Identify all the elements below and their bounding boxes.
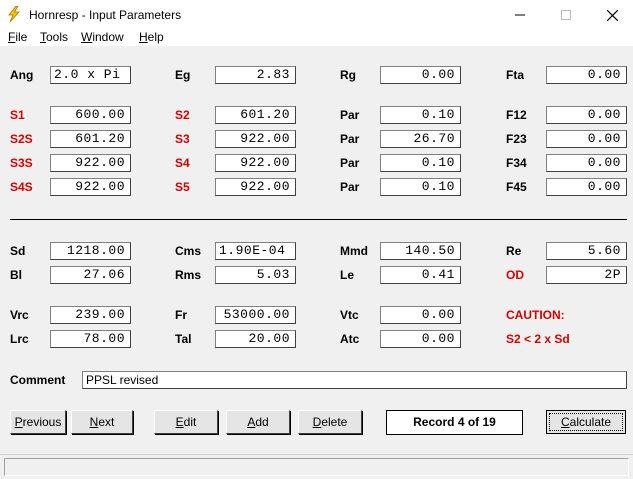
field-lrc[interactable]: 78.00 [50,330,131,348]
section-divider [10,219,627,220]
status-field [4,458,629,476]
menu-help[interactable]: Help [139,30,164,45]
field-mmd[interactable]: 140.50 [380,242,461,260]
label-re: Re [506,244,522,258]
calculate-focus-ring: Calculate [549,413,623,431]
minimize-icon [515,14,525,16]
comment-field[interactable]: PPSL revised [82,371,627,389]
menu-window[interactable]: Window [81,30,124,45]
label-s2s: S2S [10,132,33,146]
label-tal: Tal [175,332,192,346]
field-par-1[interactable]: 0.10 [380,106,461,124]
menu-bar: File Tools Window Help [0,30,633,46]
label-od: OD [506,268,524,282]
delete-button[interactable]: Delete [298,410,362,434]
field-atc[interactable]: 0.00 [380,330,461,348]
field-s4s[interactable]: 922.00 [50,178,131,196]
label-cms: Cms [175,244,202,258]
lightning-icon [8,6,20,22]
record-indicator: Record 4 of 19 [386,410,523,435]
label-par-3: Par [340,156,360,170]
previous-button[interactable]: Previous [10,410,66,434]
caution-title: CAUTION: [506,308,565,322]
caution-message: S2 < 2 x Sd [506,332,570,346]
label-mmd: Mmd [340,244,368,258]
status-bar [0,454,633,479]
field-rg[interactable]: 0.00 [380,66,461,84]
input-parameters-panel: Ang 2.0 x Pi Eg 2.83 Rg 0.00 Fta 0.00 S1… [0,46,633,454]
label-s3: S3 [175,132,190,146]
menu-file[interactable]: File [8,30,27,45]
minimize-button[interactable] [497,0,543,30]
label-par-2: Par [340,132,360,146]
field-od[interactable]: 2P [546,266,627,284]
label-comment: Comment [10,373,66,387]
field-bl[interactable]: 27.06 [50,266,131,284]
calculate-button[interactable]: Calculate [546,410,626,434]
field-s3s[interactable]: 922.00 [50,154,131,172]
label-f34: F34 [506,156,527,170]
title-bar: Hornresp - Input Parameters [0,0,633,30]
label-rg: Rg [340,68,356,82]
label-bl: Bl [10,268,22,282]
field-f45[interactable]: 0.00 [546,178,627,196]
label-f23: F23 [506,132,527,146]
label-lrc: Lrc [10,332,29,346]
menu-tools[interactable]: Tools [40,30,68,45]
field-ang[interactable]: 2.0 x Pi [50,66,131,84]
field-rms[interactable]: 5.03 [215,266,296,284]
label-s1: S1 [10,108,25,122]
window-title: Hornresp - Input Parameters [29,8,182,22]
maximize-icon [561,10,571,20]
label-s2: S2 [175,108,190,122]
label-le: Le [340,268,355,282]
maximize-button[interactable] [543,0,589,30]
field-s3[interactable]: 922.00 [215,130,296,148]
label-fta: Fta [506,68,524,82]
field-par-2[interactable]: 26.70 [380,130,461,148]
label-ang: Ang [10,68,34,82]
label-f45: F45 [506,180,527,194]
label-atc: Atc [340,332,360,346]
label-s4s: S4S [10,180,33,194]
field-f12[interactable]: 0.00 [546,106,627,124]
label-sd: Sd [10,244,26,258]
field-sd[interactable]: 1218.00 [50,242,131,260]
close-icon [606,9,618,21]
label-rms: Rms [175,268,202,282]
label-par-4: Par [340,180,360,194]
add-button[interactable]: Add [226,410,290,434]
field-s2[interactable]: 601.20 [215,106,296,124]
field-f34[interactable]: 0.00 [546,154,627,172]
label-par-1: Par [340,108,360,122]
label-eg: Eg [175,68,191,82]
field-re[interactable]: 5.60 [546,242,627,260]
field-s2s[interactable]: 601.20 [50,130,131,148]
field-par-3[interactable]: 0.10 [380,154,461,172]
field-cms[interactable]: 1.90E-04 [215,242,296,260]
field-le[interactable]: 0.41 [380,266,461,284]
next-button[interactable]: Next [71,410,133,434]
label-fr: Fr [175,308,187,322]
field-s5[interactable]: 922.00 [215,178,296,196]
label-f12: F12 [506,108,527,122]
field-fta[interactable]: 0.00 [546,66,627,84]
field-par-4[interactable]: 0.10 [380,178,461,196]
close-button[interactable] [589,0,633,30]
field-s4[interactable]: 922.00 [215,154,296,172]
field-eg[interactable]: 2.83 [215,66,296,84]
field-f23[interactable]: 0.00 [546,130,627,148]
field-vrc[interactable]: 239.00 [50,306,131,324]
field-fr[interactable]: 53000.00 [215,306,296,324]
label-vrc: Vrc [10,308,29,322]
label-vtc: Vtc [340,308,359,322]
field-tal[interactable]: 20.00 [215,330,296,348]
label-s3s: S3S [10,156,33,170]
label-s5: S5 [175,180,190,194]
label-s4: S4 [175,156,190,170]
edit-button[interactable]: Edit [154,410,218,434]
field-s1[interactable]: 600.00 [50,106,131,124]
field-vtc[interactable]: 0.00 [380,306,461,324]
